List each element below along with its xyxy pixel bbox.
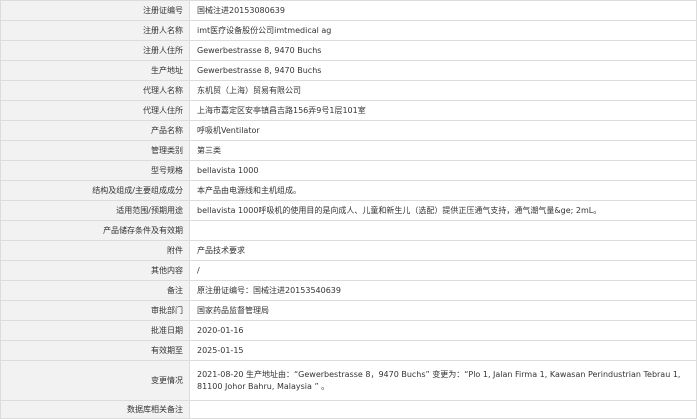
row-value-intended-use: bellavista 1000呼吸机的使用目的是向成人、儿童和新生儿（选配）提供… bbox=[190, 201, 697, 220]
table-row: 变更情况 2021-08-20 生产地址由：“Gewerbestrasse 8，… bbox=[0, 361, 697, 401]
table-row: 注册人名称 imt医疗设备股份公司imtmedical ag bbox=[0, 21, 697, 41]
row-value-other-content: / bbox=[190, 261, 697, 280]
row-label-other-content: 其他内容 bbox=[0, 261, 190, 280]
row-label-approval-date: 批准日期 bbox=[0, 321, 190, 340]
row-label-registrant-name: 注册人名称 bbox=[0, 21, 190, 40]
row-value-structure-composition: 本产品由电源线和主机组成。 bbox=[190, 181, 697, 200]
row-label-agent-address: 代理人住所 bbox=[0, 101, 190, 120]
row-value-approval-date: 2020-01-16 bbox=[190, 321, 697, 340]
registration-detail-table: 注册证编号 国械注进20153080639 注册人名称 imt医疗设备股份公司i… bbox=[0, 0, 697, 419]
row-label-change-history: 变更情况 bbox=[0, 361, 190, 400]
row-label-storage-conditions: 产品储存条件及有效期 bbox=[0, 221, 190, 240]
row-label-structure-composition: 结构及组成/主要组成成分 bbox=[0, 181, 190, 200]
table-row: 产品名称 呼吸机Ventilator bbox=[0, 121, 697, 141]
table-row: 管理类别 第三类 bbox=[0, 141, 697, 161]
row-label-model-spec: 型号规格 bbox=[0, 161, 190, 180]
row-label-approval-department: 审批部门 bbox=[0, 301, 190, 320]
row-value-attachment: 产品技术要求 bbox=[190, 241, 697, 260]
table-row: 代理人住所 上海市嘉定区安亭镇昌吉路156弄9号1层101室 bbox=[0, 101, 697, 121]
table-row: 型号规格 bellavista 1000 bbox=[0, 161, 697, 181]
row-value-database-remarks bbox=[190, 401, 697, 418]
table-row: 数据库相关备注 bbox=[0, 401, 697, 419]
row-value-model-spec: bellavista 1000 bbox=[190, 161, 697, 180]
row-label-database-remarks: 数据库相关备注 bbox=[0, 401, 190, 418]
row-value-remarks: 原注册证编号：国械注进20153540639 bbox=[190, 281, 697, 300]
row-value-registrant-name: imt医疗设备股份公司imtmedical ag bbox=[190, 21, 697, 40]
row-label-management-category: 管理类别 bbox=[0, 141, 190, 160]
row-label-product-name: 产品名称 bbox=[0, 121, 190, 140]
row-label-remarks: 备注 bbox=[0, 281, 190, 300]
row-label-registrant-address: 注册人住所 bbox=[0, 41, 190, 60]
row-label-production-address: 生产地址 bbox=[0, 61, 190, 80]
row-value-approval-department: 国家药品监督管理局 bbox=[190, 301, 697, 320]
row-value-registrant-address: Gewerbestrasse 8, 9470 Buchs bbox=[190, 41, 697, 60]
table-row: 结构及组成/主要组成成分 本产品由电源线和主机组成。 bbox=[0, 181, 697, 201]
row-value-storage-conditions bbox=[190, 221, 697, 240]
table-row: 注册证编号 国械注进20153080639 bbox=[0, 1, 697, 21]
row-value-product-name: 呼吸机Ventilator bbox=[190, 121, 697, 140]
row-label-attachment: 附件 bbox=[0, 241, 190, 260]
row-value-change-history: 2021-08-20 生产地址由：“Gewerbestrasse 8，9470 … bbox=[190, 361, 697, 400]
table-row: 审批部门 国家药品监督管理局 bbox=[0, 301, 697, 321]
row-label-agent-name: 代理人名称 bbox=[0, 81, 190, 100]
table-row: 附件 产品技术要求 bbox=[0, 241, 697, 261]
row-value-agent-address: 上海市嘉定区安亭镇昌吉路156弄9号1层101室 bbox=[190, 101, 697, 120]
table-row: 产品储存条件及有效期 bbox=[0, 221, 697, 241]
row-value-agent-name: 东机贸（上海）贸易有限公司 bbox=[190, 81, 697, 100]
table-row: 适用范围/预期用途 bellavista 1000呼吸机的使用目的是向成人、儿童… bbox=[0, 201, 697, 221]
table-row: 有效期至 2025-01-15 bbox=[0, 341, 697, 361]
row-label-valid-until: 有效期至 bbox=[0, 341, 190, 360]
row-value-valid-until: 2025-01-15 bbox=[190, 341, 697, 360]
row-value-production-address: Gewerbestrasse 8, 9470 Buchs bbox=[190, 61, 697, 80]
table-row: 注册人住所 Gewerbestrasse 8, 9470 Buchs bbox=[0, 41, 697, 61]
table-row: 其他内容 / bbox=[0, 261, 697, 281]
table-row: 生产地址 Gewerbestrasse 8, 9470 Buchs bbox=[0, 61, 697, 81]
table-row: 批准日期 2020-01-16 bbox=[0, 321, 697, 341]
table-row: 代理人名称 东机贸（上海）贸易有限公司 bbox=[0, 81, 697, 101]
row-label-intended-use: 适用范围/预期用途 bbox=[0, 201, 190, 220]
row-label-registration-number: 注册证编号 bbox=[0, 1, 190, 20]
row-value-registration-number: 国械注进20153080639 bbox=[190, 1, 697, 20]
row-value-management-category: 第三类 bbox=[190, 141, 697, 160]
table-row: 备注 原注册证编号：国械注进20153540639 bbox=[0, 281, 697, 301]
